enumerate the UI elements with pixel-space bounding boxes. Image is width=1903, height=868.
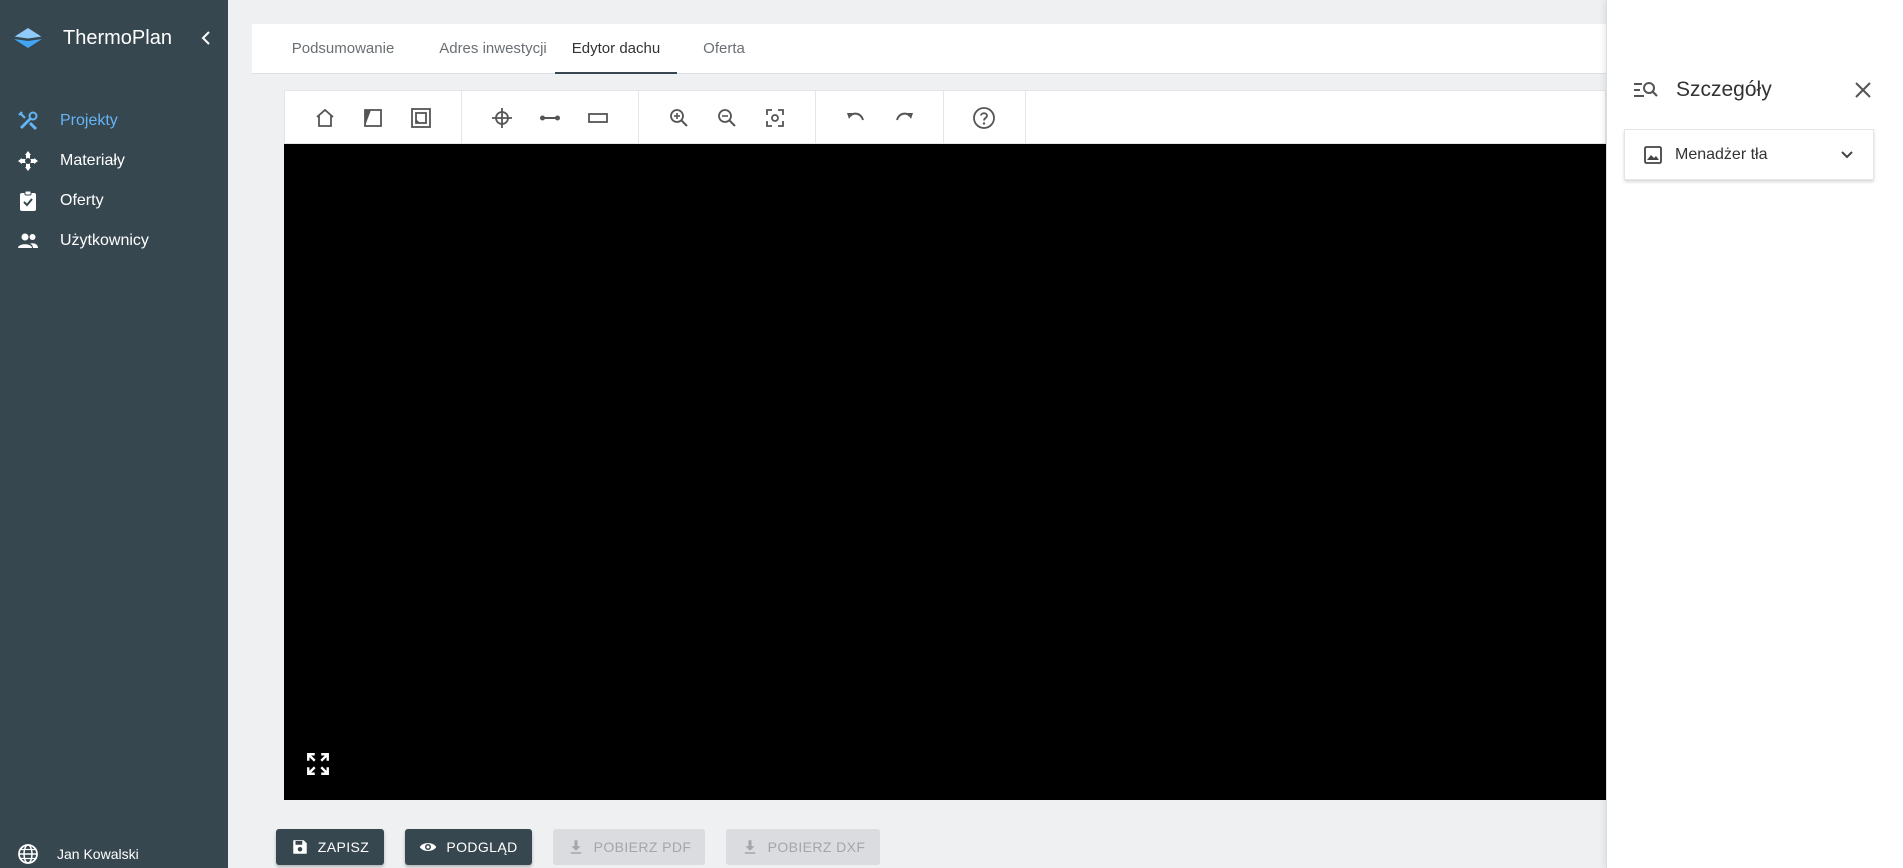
chevron-down-icon (1841, 151, 1853, 159)
fullscreen-icon[interactable] (305, 751, 331, 777)
globe-user-icon (18, 844, 38, 864)
chevron-left-icon[interactable] (196, 28, 216, 48)
inner-frame-button[interactable] (408, 105, 434, 131)
background-manager-accordion[interactable]: Menadżer tła (1624, 129, 1874, 180)
app-title: ThermoPlan (63, 26, 172, 49)
save-button[interactable]: ZAPISZ (276, 829, 384, 865)
inner-frame-icon (411, 108, 431, 128)
close-icon[interactable] (1852, 79, 1874, 101)
roof-surface-icon (364, 109, 382, 127)
clipboard-icon (20, 190, 36, 211)
image-icon (1644, 145, 1662, 164)
move-icon (18, 151, 38, 171)
preview-button-label: PODGLĄD (446, 839, 518, 855)
download-pdf-button[interactable]: POBIERZ PDF (553, 829, 705, 865)
tab-adres-inwestycji[interactable]: Adres inwestycji (417, 24, 569, 74)
save-button-label: ZAPISZ (317, 839, 370, 855)
zoom-in-button[interactable] (666, 105, 692, 131)
tab-edytor-dachu[interactable]: Edytor dachu (555, 24, 677, 74)
tools-icon (18, 111, 38, 131)
line-segment-icon (540, 115, 560, 121)
roof-canvas[interactable] (284, 144, 1606, 800)
main-content: Podsumowanie Adres inwestycji Edytor dac… (252, 24, 1606, 868)
redo-icon (896, 112, 913, 121)
toolbar-group-draw (462, 91, 639, 145)
search-list-icon (1634, 82, 1658, 97)
line-segment-button[interactable] (537, 105, 563, 131)
rectangle-button[interactable] (585, 105, 611, 131)
editor-toolbar (284, 90, 1606, 145)
logo-icon (13, 28, 43, 48)
fit-screen-button[interactable] (762, 105, 788, 131)
download-dxf-label: POBIERZ DXF (767, 839, 866, 855)
sidebar-item-label: Oferty (60, 192, 104, 209)
sidebar-item-oferty[interactable]: Oferty (0, 181, 228, 221)
sidebar-item-projekty[interactable]: Projekty (0, 101, 228, 141)
roof-surface-button[interactable] (360, 105, 386, 131)
rectangle-icon (588, 113, 608, 123)
download-icon (744, 840, 755, 854)
roof-editor (284, 90, 1606, 824)
eye-icon (420, 843, 437, 851)
help-icon (973, 107, 995, 129)
home-button[interactable] (312, 105, 338, 131)
home-icon (316, 108, 334, 127)
user-menu[interactable]: Jan Kowalski (0, 840, 228, 868)
sidebar-nav: Projekty Materiały Oferty Użytkownicy (0, 101, 228, 261)
tab-bar: Podsumowanie Adres inwestycji Edytor dac… (252, 24, 1606, 74)
redo-button[interactable] (891, 105, 917, 131)
undo-icon (847, 112, 864, 121)
help-button[interactable] (971, 105, 997, 131)
download-dxf-button[interactable]: POBIERZ DXF (726, 829, 880, 865)
save-icon (293, 840, 307, 854)
tab-podsumowanie[interactable]: Podsumowanie (285, 24, 401, 74)
sidebar-header: ThermoPlan (0, 0, 228, 76)
sidebar-item-label: Projekty (60, 112, 118, 129)
accordion-label: Menadżer tła (1675, 145, 1768, 163)
undo-button[interactable] (843, 105, 869, 131)
crosshair-icon (492, 108, 512, 128)
crosshair-button[interactable] (489, 105, 515, 131)
details-panel-header: Szczegóły (1607, 70, 1903, 110)
user-name: Jan Kowalski (57, 846, 139, 862)
zoom-in-icon (670, 109, 688, 127)
sidebar-item-uzytkownicy[interactable]: Użytkownicy (0, 221, 228, 261)
download-icon (570, 840, 581, 854)
details-panel-title: Szczegóły (1676, 78, 1772, 101)
toolbar-group-history (816, 91, 944, 145)
toolbar-group-help (944, 91, 1026, 145)
download-pdf-label: POBIERZ PDF (593, 839, 692, 855)
zoom-out-button[interactable] (714, 105, 740, 131)
zoom-out-icon (718, 109, 736, 127)
fit-screen-icon (766, 109, 784, 127)
tab-oferta[interactable]: Oferta (679, 24, 769, 74)
sidebar: ThermoPlan Projekty Materiały Oferty Uży… (0, 0, 228, 868)
toolbar-group-shapes (285, 91, 462, 145)
sidebar-item-label: Użytkownicy (60, 232, 149, 249)
details-panel: Szczegóły Menadżer tła (1606, 0, 1903, 868)
sidebar-item-materialy[interactable]: Materiały (0, 141, 228, 181)
toolbar-group-zoom (639, 91, 816, 145)
sidebar-item-label: Materiały (60, 152, 125, 169)
users-icon (18, 233, 38, 248)
preview-button[interactable]: PODGLĄD (405, 829, 532, 865)
